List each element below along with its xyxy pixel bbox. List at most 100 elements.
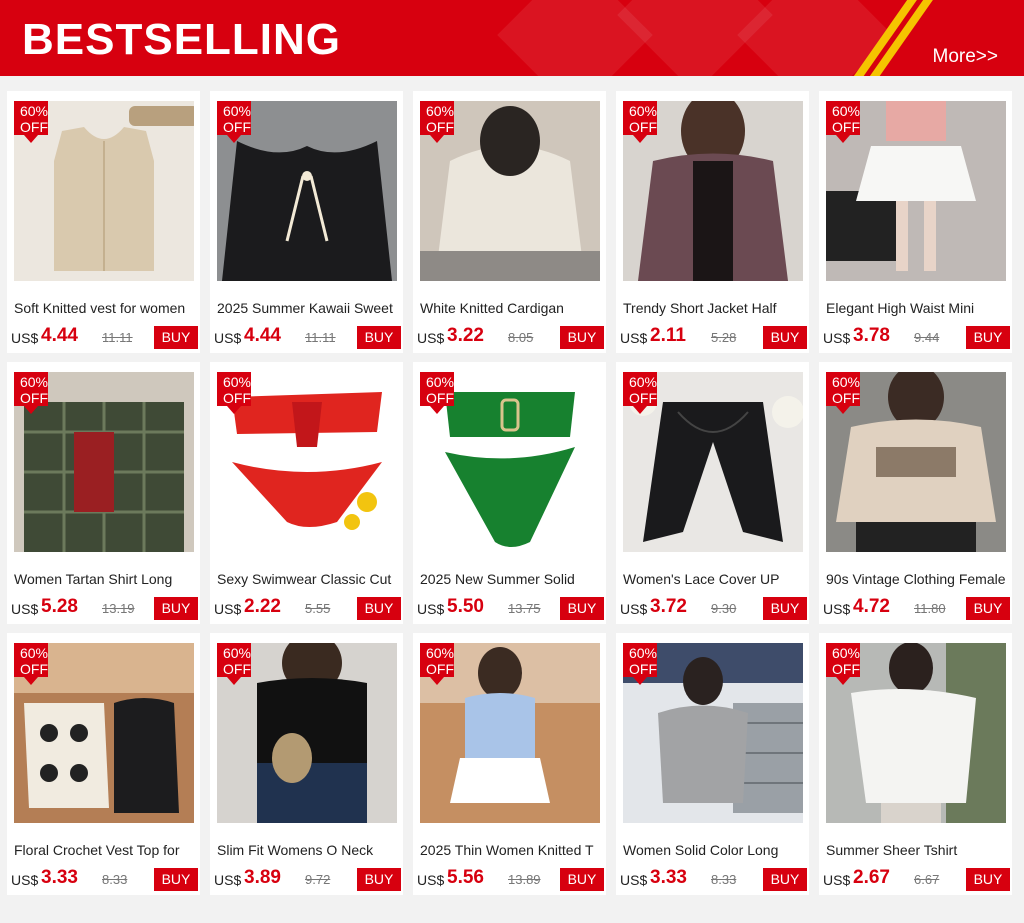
product-card[interactable]: 60% OFF Women's Lace Cover UP US$ 3.72 9… [616,362,809,624]
product-title[interactable]: White Knitted Cardigan [420,299,602,317]
product-card[interactable]: 60% OFF 2025 New Summer Solid US$ 5.50 1… [413,362,606,624]
discount-off: OFF [426,661,454,677]
product-title[interactable]: 90s Vintage Clothing Female [826,570,1008,588]
buy-button[interactable]: BUY [154,326,198,349]
sale-price: 4.44 [41,325,78,346]
discount-percent: 60% [425,103,455,119]
discount-badge: 60% OFF [623,643,663,687]
discount-badge: 60% OFF [420,643,460,687]
original-price: 13.89 [508,872,541,887]
product-card[interactable]: 60% OFF Elegant High Waist Mini US$ 3.78… [819,91,1012,353]
discount-percent: 60% [628,374,658,390]
buy-button[interactable]: BUY [154,868,198,891]
original-price: 8.33 [102,872,128,887]
product-title[interactable]: 2025 Thin Women Knitted T [420,841,602,859]
original-price: 9.72 [305,872,331,887]
product-title[interactable]: Elegant High Waist Mini [826,299,1008,317]
sale-price: 3.72 [650,596,687,617]
discount-off: OFF [629,390,657,406]
buy-button[interactable]: BUY [560,868,604,891]
product-card[interactable]: 60% OFF Floral Crochet Vest Top for US$ … [7,633,200,895]
buy-button[interactable]: BUY [560,597,604,620]
page-title: BESTSELLING [22,15,342,64]
product-card[interactable]: 60% OFF White Knitted Cardigan US$ 3.22 … [413,91,606,353]
buy-button[interactable]: BUY [763,326,807,349]
buy-button[interactable]: BUY [560,326,604,349]
currency-label: US$ [620,330,648,346]
product-card[interactable]: 60% OFF 2025 Thin Women Knitted T US$ 5.… [413,633,606,895]
product-title[interactable]: Floral Crochet Vest Top for [14,841,196,859]
original-price: 11.80 [914,601,946,616]
currency-label: US$ [214,330,242,346]
product-title[interactable]: Slim Fit Womens O Neck [217,841,399,859]
currency-label: US$ [823,330,851,346]
product-title[interactable]: Sexy Swimwear Classic Cut [217,570,399,588]
product-card[interactable]: 60% OFF 2025 Summer Kawaii Sweet US$ 4.4… [210,91,403,353]
product-card[interactable]: 60% OFF Women Solid Color Long US$ 3.33 … [616,633,809,895]
discount-off: OFF [426,119,454,135]
discount-badge: 60% OFF [623,372,663,416]
product-card[interactable]: 60% OFF Summer Sheer Tshirt US$ 2.67 6.6… [819,633,1012,895]
sale-price: 2.67 [853,867,890,888]
buy-button[interactable]: BUY [357,868,401,891]
product-title[interactable]: Trendy Short Jacket Half [623,299,805,317]
discount-off: OFF [223,119,251,135]
discount-off: OFF [426,390,454,406]
discount-percent: 60% [222,374,252,390]
discount-percent: 60% [628,103,658,119]
product-title[interactable]: 2025 New Summer Solid [420,570,602,588]
currency-label: US$ [214,872,242,888]
discount-off: OFF [20,119,48,135]
product-card[interactable]: 60% OFF 90s Vintage Clothing Female US$ … [819,362,1012,624]
product-card[interactable]: 60% OFF Sexy Swimwear Classic Cut US$ 2.… [210,362,403,624]
currency-label: US$ [823,601,851,617]
product-card[interactable]: 60% OFF Trendy Short Jacket Half US$ 2.1… [616,91,809,353]
product-title[interactable]: 2025 Summer Kawaii Sweet [217,299,399,317]
discount-percent: 60% [222,645,252,661]
buy-button[interactable]: BUY [357,326,401,349]
discount-off: OFF [629,119,657,135]
buy-button[interactable]: BUY [966,326,1010,349]
discount-off: OFF [832,119,860,135]
buy-button[interactable]: BUY [966,597,1010,620]
buy-button[interactable]: BUY [357,597,401,620]
product-card[interactable]: 60% OFF Slim Fit Womens O Neck US$ 3.89 … [210,633,403,895]
more-link[interactable]: More>> [933,45,998,69]
original-price: 9.30 [711,601,737,616]
discount-percent: 60% [831,645,861,661]
discount-badge: 60% OFF [14,372,54,416]
product-title[interactable]: Soft Knitted vest for women [14,299,196,317]
product-title[interactable]: Women Solid Color Long [623,841,805,859]
discount-badge: 60% OFF [826,101,866,145]
sale-price: 4.72 [853,596,890,617]
currency-label: US$ [11,601,39,617]
discount-off: OFF [223,661,251,677]
sale-price: 3.33 [650,867,687,888]
original-price: 13.75 [508,601,541,616]
currency-label: US$ [620,872,648,888]
discount-percent: 60% [19,374,49,390]
discount-percent: 60% [19,103,49,119]
discount-percent: 60% [425,645,455,661]
product-title[interactable]: Women's Lace Cover UP [623,570,805,588]
discount-percent: 60% [425,374,455,390]
original-price: 13.19 [102,601,135,616]
discount-off: OFF [629,661,657,677]
buy-button[interactable]: BUY [966,868,1010,891]
discount-percent: 60% [628,645,658,661]
currency-label: US$ [11,330,39,346]
currency-label: US$ [11,872,39,888]
sale-price: 2.11 [650,325,686,346]
sale-price: 3.33 [41,867,78,888]
product-title[interactable]: Women Tartan Shirt Long [14,570,196,588]
original-price: 6.67 [914,872,940,887]
original-price: 11.11 [305,330,336,345]
currency-label: US$ [214,601,242,617]
buy-button[interactable]: BUY [763,868,807,891]
product-title[interactable]: Summer Sheer Tshirt [826,841,1008,859]
buy-button[interactable]: BUY [154,597,198,620]
sale-price: 5.56 [447,867,484,888]
product-card[interactable]: 60% OFF Women Tartan Shirt Long US$ 5.28… [7,362,200,624]
product-card[interactable]: 60% OFF Soft Knitted vest for women US$ … [7,91,200,353]
buy-button[interactable]: BUY [763,597,807,620]
